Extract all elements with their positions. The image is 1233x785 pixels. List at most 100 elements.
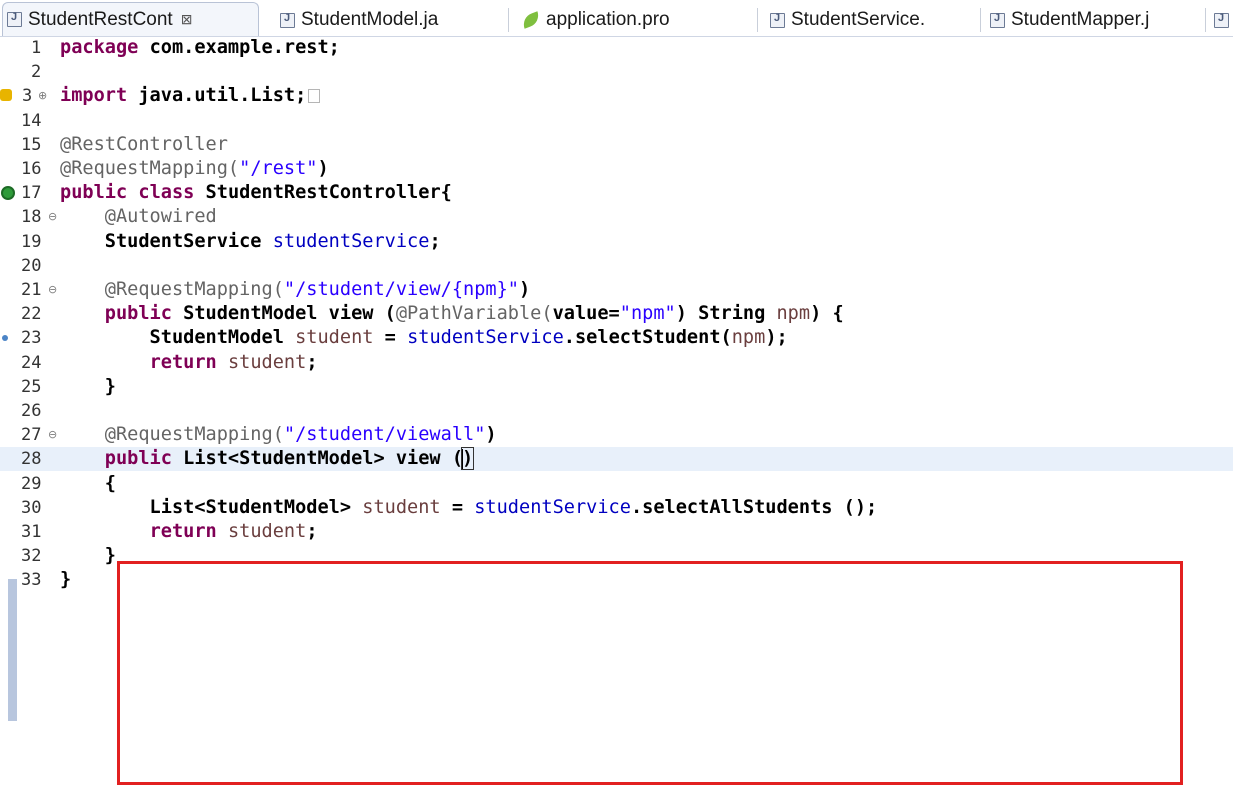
- code-token: }: [60, 545, 116, 567]
- java-file-icon: [280, 12, 295, 28]
- code-line[interactable]: 16 @RequestMapping("/rest"): [0, 157, 1233, 181]
- line-number: 26: [21, 401, 42, 421]
- line-number: 16: [21, 159, 42, 179]
- code-line[interactable]: 17 public class StudentRestController{: [0, 181, 1233, 205]
- code-text[interactable]: @RestController: [60, 133, 228, 157]
- quick-diff-bar: [8, 579, 17, 721]
- code-token: @RequestMapping(: [104, 424, 284, 446]
- fold-collapse-icon[interactable]: ⊖: [48, 423, 57, 447]
- code-token: ) {: [810, 303, 844, 325]
- code-text[interactable]: return student;: [60, 351, 318, 375]
- code-text[interactable]: StudentService studentService;: [60, 230, 441, 254]
- line-number: 33: [21, 570, 42, 591]
- line-number: 20: [21, 255, 42, 276]
- code-token: class: [138, 182, 195, 204]
- code-text[interactable]: StudentModel student = studentService.se…: [60, 326, 788, 350]
- code-line[interactable]: 22 public StudentModel view (@PathVariab…: [0, 302, 1233, 326]
- code-text[interactable]: @RequestMapping("/student/viewall"): [60, 423, 497, 447]
- code-text[interactable]: public StudentModel view (@PathVariable(…: [60, 302, 844, 326]
- code-token: @RequestMapping(: [60, 158, 240, 179]
- code-token: ): [485, 424, 497, 446]
- code-line[interactable]: 15 @RestController: [0, 133, 1233, 157]
- code-line[interactable]: 24 return student;: [0, 351, 1233, 375]
- code-text[interactable]: package com.example.rest;: [60, 36, 340, 60]
- code-line[interactable]: 32 }: [0, 544, 1233, 568]
- tab-student-service[interactable]: StudentService.: [766, 5, 971, 35]
- code-text[interactable]: import java.util.List;: [60, 84, 321, 108]
- java-file-icon: [7, 11, 22, 27]
- tab-overflow[interactable]: [1212, 5, 1233, 35]
- collapsed-imports-icon[interactable]: [308, 88, 321, 103]
- code-line[interactable]: 25 }: [0, 375, 1233, 399]
- tab-student-model[interactable]: StudentModel.ja: [276, 5, 496, 35]
- code-line[interactable]: 33}: [0, 568, 1233, 592]
- code-text[interactable]: }: [60, 568, 71, 592]
- code-text[interactable]: public class StudentRestController{: [60, 181, 452, 205]
- code-token: java.util.List;: [127, 85, 307, 107]
- code-line[interactable]: 20: [0, 254, 1233, 278]
- fold-expand-icon[interactable]: ⊕: [38, 84, 47, 108]
- code-token: ) String: [675, 303, 777, 325]
- code-token: com.example.rest;: [138, 37, 340, 58]
- code-token: @RestController: [60, 133, 228, 155]
- code-token: "npm": [619, 303, 676, 325]
- code-text[interactable]: return student;: [60, 520, 318, 544]
- code-text[interactable]: List<StudentModel> student = studentServ…: [60, 496, 878, 520]
- code-line[interactable]: 30 List<StudentModel> student = studentS…: [0, 496, 1233, 520]
- code-text[interactable]: @RequestMapping("/rest"): [60, 157, 329, 181]
- code-token: studentService: [272, 230, 430, 252]
- code-token: StudentModel: [60, 327, 296, 349]
- code-token: student: [295, 327, 374, 349]
- code-token: return: [149, 351, 217, 373]
- code-token: npm: [731, 327, 766, 349]
- code-line[interactable]: 21 ⊖ @RequestMapping("/student/view/{npm}…: [0, 278, 1233, 302]
- code-token: List<StudentModel> view (: [171, 448, 464, 470]
- java-file-icon: [990, 12, 1005, 28]
- tab-label: StudentModel.ja: [301, 9, 439, 30]
- code-editor[interactable]: 1 package com.example.rest; 2 3 ⊕ import java…: [0, 36, 1233, 785]
- code-token: return: [149, 521, 217, 542]
- code-line[interactable]: 19 StudentService studentService;: [0, 230, 1233, 254]
- tab-student-mapper[interactable]: StudentMapper.j: [986, 5, 1201, 35]
- tab-label: StudentService.: [791, 9, 926, 30]
- code-line[interactable]: 14: [0, 109, 1233, 133]
- code-line[interactable]: 27 ⊖ @RequestMapping("/student/viewall"): [0, 423, 1233, 447]
- warning-icon[interactable]: [0, 89, 12, 102]
- code-text[interactable]: @RequestMapping("/student/view/{npm}"): [60, 278, 530, 302]
- code-token: "/student/viewall": [283, 424, 486, 446]
- fold-collapse-icon[interactable]: ⊖: [48, 205, 57, 229]
- code-line[interactable]: 18 ⊖ @Autowired: [0, 205, 1233, 229]
- tab-separator: [1205, 8, 1206, 32]
- tab-application-properties[interactable]: application.pro: [518, 5, 748, 35]
- close-tab-icon[interactable]: ⊠: [181, 11, 193, 28]
- code-line[interactable]: 23 StudentModel student = studentService…: [0, 326, 1233, 350]
- code-line[interactable]: 29 {: [0, 472, 1233, 496]
- code-text[interactable]: }: [60, 544, 116, 568]
- code-line[interactable]: 2: [0, 60, 1233, 84]
- fold-collapse-icon[interactable]: ⊖: [48, 278, 57, 302]
- code-line[interactable]: 3 ⊕ import java.util.List;: [0, 84, 1233, 108]
- tab-label: StudentRestCont: [28, 8, 173, 30]
- code-text[interactable]: public List<StudentModel> view (): [60, 447, 475, 471]
- code-token: ;: [306, 521, 318, 542]
- line-number: 24: [21, 352, 42, 373]
- code-line[interactable]: 28 public List<StudentModel> view (): [0, 447, 1233, 472]
- code-token: @PathVariable(: [395, 303, 553, 325]
- code-token: student: [362, 496, 441, 518]
- code-text[interactable]: {: [60, 472, 116, 496]
- java-file-icon: [770, 12, 785, 28]
- run-indicator-icon[interactable]: [1, 186, 15, 201]
- code-line[interactable]: 31 return student;: [0, 520, 1233, 544]
- code-token: }: [60, 569, 72, 591]
- code-line[interactable]: 26: [0, 399, 1233, 423]
- code-token: ;: [429, 230, 441, 252]
- code-text[interactable]: @Autowired: [60, 205, 217, 229]
- code-line[interactable]: 1 package com.example.rest;: [0, 36, 1233, 60]
- code-text[interactable]: }: [60, 375, 116, 399]
- code-token: import: [60, 85, 128, 107]
- tab-student-rest-controller[interactable]: StudentRestCont ⊠: [2, 2, 259, 36]
